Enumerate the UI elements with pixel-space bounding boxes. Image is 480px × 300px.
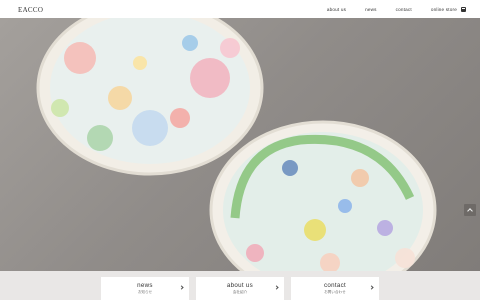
news-card-title: news xyxy=(137,282,153,289)
about-us-card[interactable]: about us 会社紹介 xyxy=(196,277,284,300)
bottom-link-bar: news お知らせ about us 会社紹介 contact お問い合わせ xyxy=(0,271,480,300)
news-card-subtitle: お知らせ xyxy=(137,290,153,294)
news-card[interactable]: news お知らせ xyxy=(101,277,189,300)
nav-contact[interactable]: contact xyxy=(396,7,412,12)
contact-card-title: contact xyxy=(323,282,347,289)
online-store-icon[interactable] xyxy=(461,6,466,12)
plates-illustration xyxy=(36,18,437,300)
chevron-right-icon xyxy=(179,285,184,290)
site-logo[interactable]: EACCO xyxy=(14,3,46,16)
contact-card-subtitle: お問い合わせ xyxy=(324,290,346,294)
logo-text: EACCO xyxy=(18,6,44,14)
page-top-icon xyxy=(467,208,473,214)
hero-image xyxy=(0,18,480,300)
nav-about-us[interactable]: about us xyxy=(327,7,346,12)
page-top-button[interactable] xyxy=(464,204,476,216)
chevron-right-icon xyxy=(274,285,279,290)
nav-news[interactable]: news xyxy=(365,7,377,12)
about-us-card-title: about us xyxy=(226,282,254,289)
chevron-right-icon xyxy=(369,285,374,290)
contact-card[interactable]: contact お問い合わせ xyxy=(291,277,379,300)
site-header: EACCO about us news contact online store xyxy=(0,0,480,18)
nav-online-store[interactable]: online store xyxy=(431,7,457,12)
global-nav: about us news contact online store xyxy=(308,0,466,18)
about-us-card-subtitle: 会社紹介 xyxy=(232,290,248,294)
